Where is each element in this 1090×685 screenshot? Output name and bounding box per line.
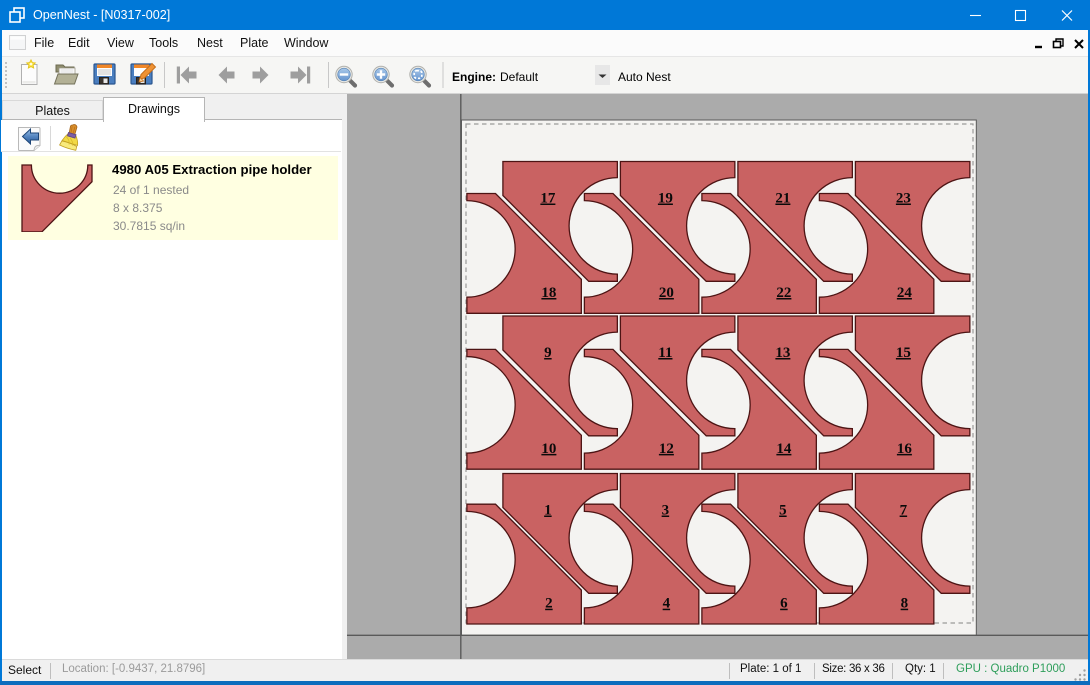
svg-text:13: 13: [775, 345, 790, 361]
svg-text:11: 11: [658, 345, 672, 361]
svg-text:1: 1: [544, 503, 552, 519]
svg-text:12: 12: [659, 441, 674, 457]
svg-text:21: 21: [775, 191, 790, 207]
svg-text:16: 16: [897, 441, 913, 457]
svg-text:6: 6: [780, 596, 788, 612]
svg-text:9: 9: [544, 345, 552, 361]
svg-text:20: 20: [659, 285, 674, 301]
svg-text:18: 18: [541, 285, 556, 301]
svg-text:15: 15: [896, 345, 911, 361]
svg-text:22: 22: [776, 285, 791, 301]
svg-text:2: 2: [545, 596, 553, 612]
svg-text:23: 23: [896, 191, 911, 207]
svg-text:17: 17: [540, 191, 556, 207]
svg-text:5: 5: [779, 503, 787, 519]
svg-text:14: 14: [776, 441, 792, 457]
svg-text:8: 8: [901, 596, 909, 612]
svg-text:19: 19: [658, 191, 673, 207]
svg-text:4: 4: [663, 596, 671, 612]
svg-text:24: 24: [897, 285, 913, 301]
svg-text:10: 10: [541, 441, 556, 457]
svg-text:3: 3: [662, 503, 670, 519]
svg-text:7: 7: [900, 503, 908, 519]
